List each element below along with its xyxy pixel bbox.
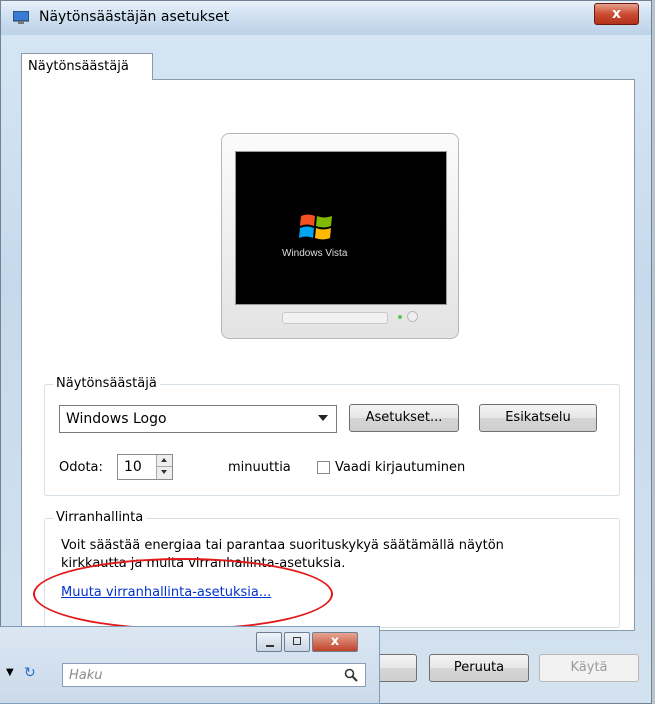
search-placeholder: Haku bbox=[69, 668, 103, 683]
display-settings-icon bbox=[13, 11, 29, 24]
explorer-close-button[interactable]: x bbox=[312, 632, 358, 652]
require-login-checkbox[interactable] bbox=[317, 461, 330, 474]
power-button-icon bbox=[407, 311, 418, 322]
cancel-button[interactable]: Peruuta bbox=[429, 654, 529, 682]
wait-minutes-stepper[interactable]: 10 bbox=[117, 454, 173, 480]
minimize-button[interactable] bbox=[256, 632, 282, 652]
settings-button[interactable]: Asetukset... bbox=[349, 404, 459, 432]
require-login-label: Vaadi kirjautuminen bbox=[335, 460, 466, 475]
explorer-window-fragment: x ▼ ↻ Haku bbox=[0, 626, 380, 704]
apply-button[interactable]: Käytä bbox=[539, 654, 639, 682]
screensaver-group-label: Näytönsäästäjä bbox=[53, 376, 160, 391]
window-title: Näytönsäästäjän asetukset bbox=[39, 9, 230, 25]
preview-brand-text: Windows Vista bbox=[282, 248, 348, 259]
chevron-down-icon bbox=[318, 415, 328, 421]
stepper-down-icon[interactable] bbox=[156, 467, 172, 479]
search-input[interactable]: Haku bbox=[62, 663, 366, 687]
refresh-icon[interactable]: ↻ bbox=[24, 665, 36, 681]
tab-panel: Windows Vista Näytönsäästäjä Windows Log… bbox=[21, 79, 635, 631]
dropdown-arrow-icon[interactable]: ▼ bbox=[6, 667, 14, 678]
preview-screen: Windows Vista bbox=[235, 151, 447, 305]
tab-screensaver[interactable]: Näytönsäästäjä bbox=[21, 53, 153, 80]
preview-button[interactable]: Esikatselu bbox=[479, 404, 597, 432]
monitor-bezel-slot bbox=[282, 312, 388, 324]
minutes-label: minuuttia bbox=[228, 460, 291, 475]
screensaver-selected-value: Windows Logo bbox=[66, 411, 167, 427]
monitor-preview: Windows Vista bbox=[221, 133, 459, 339]
wait-minutes-value: 10 bbox=[124, 459, 142, 475]
annotation-oval bbox=[33, 558, 333, 630]
screensaver-group: Näytönsäästäjä Windows Logo Asetukset...… bbox=[44, 376, 620, 496]
power-description-line1: Voit säästää energiaa tai parantaa suori… bbox=[61, 538, 504, 553]
windows-logo-icon bbox=[299, 214, 332, 240]
stepper-up-icon[interactable] bbox=[156, 455, 172, 467]
power-group-label: Virranhallinta bbox=[53, 510, 147, 525]
screensaver-select[interactable]: Windows Logo bbox=[59, 405, 337, 433]
search-icon[interactable] bbox=[343, 667, 359, 683]
wait-label: Odota: bbox=[59, 460, 103, 475]
power-led-icon bbox=[398, 315, 402, 319]
maximize-button[interactable] bbox=[284, 632, 310, 652]
close-button[interactable]: x bbox=[594, 3, 639, 25]
title-bar[interactable]: Näytönsäästäjän asetukset x bbox=[1, 1, 651, 35]
